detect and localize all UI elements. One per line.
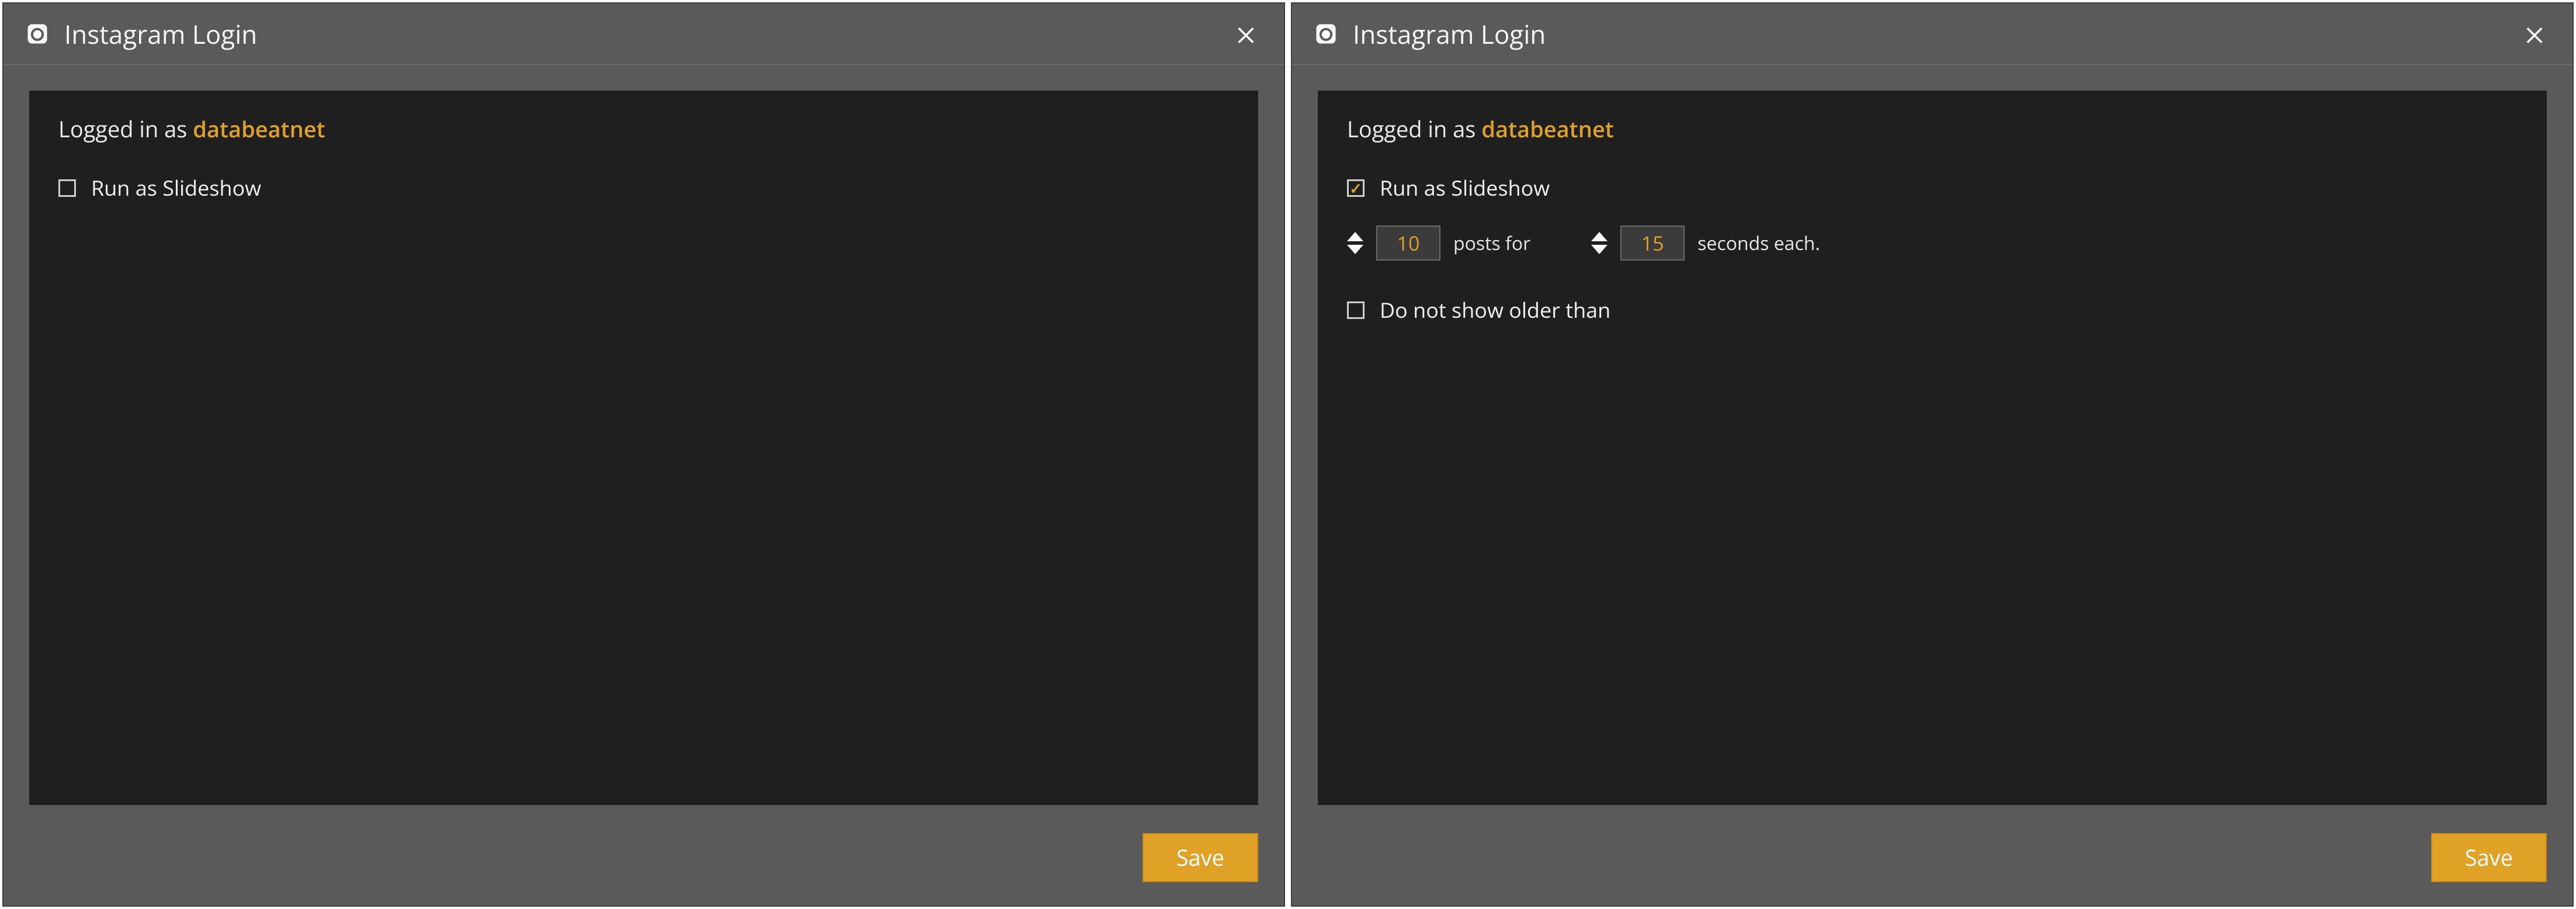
older-than-checkbox[interactable]: [1347, 301, 1365, 319]
older-than-label: Do not show older than: [1380, 296, 1610, 324]
logged-in-prefix: Logged in as: [1347, 114, 1481, 144]
dialog-body: Logged in as databeatnet Run as Slidesho…: [4, 65, 1284, 817]
titlebar: Instagram Login: [1292, 4, 2572, 65]
slideshow-settings-row: posts for seconds each.: [1347, 225, 2518, 261]
older-than-row: Do not show older than: [1347, 296, 2518, 324]
logged-in-status: Logged in as databeatnet: [1347, 114, 2518, 144]
dialog-instagram-login-right: Instagram Login Logged in as databeatnet…: [1291, 2, 2574, 907]
close-button[interactable]: [1229, 19, 1263, 48]
content-panel: Logged in as databeatnet Run as Slidesho…: [1318, 91, 2547, 805]
run-slideshow-checkbox[interactable]: [1347, 179, 1365, 197]
posts-input[interactable]: [1376, 225, 1440, 261]
posts-decrement-button[interactable]: [1347, 245, 1363, 254]
seconds-suffix-label: seconds each.: [1697, 231, 1820, 256]
logged-in-status: Logged in as databeatnet: [58, 114, 1229, 144]
instagram-icon: [1313, 21, 1339, 47]
posts-suffix-label: posts for: [1453, 231, 1530, 256]
save-button[interactable]: Save: [1143, 833, 1258, 882]
content-panel: Logged in as databeatnet Run as Slidesho…: [29, 91, 1258, 805]
close-icon: [1234, 22, 1258, 46]
dialog-body: Logged in as databeatnet Run as Slidesho…: [1292, 65, 2572, 817]
dialog-title: Instagram Login: [1353, 16, 2518, 51]
run-slideshow-row: Run as Slideshow: [1347, 174, 2518, 202]
seconds-input[interactable]: [1620, 225, 1685, 261]
seconds-spinner: [1591, 232, 1608, 254]
dialog-title: Instagram Login: [64, 16, 1229, 51]
close-icon: [2522, 22, 2547, 46]
close-button[interactable]: [2518, 19, 2551, 48]
run-slideshow-label: Run as Slideshow: [1380, 174, 1550, 202]
titlebar: Instagram Login: [4, 4, 1284, 65]
posts-increment-button[interactable]: [1347, 232, 1363, 241]
seconds-decrement-button[interactable]: [1591, 245, 1608, 254]
logged-in-username: databeatnet: [193, 114, 325, 144]
logged-in-prefix: Logged in as: [58, 114, 193, 144]
seconds-increment-button[interactable]: [1591, 232, 1608, 241]
dialog-footer: Save: [4, 817, 1284, 905]
logged-in-username: databeatnet: [1481, 114, 1613, 144]
posts-spinner: [1347, 232, 1363, 254]
run-slideshow-label: Run as Slideshow: [91, 174, 261, 202]
run-slideshow-row: Run as Slideshow: [58, 174, 1229, 202]
save-button[interactable]: Save: [2431, 833, 2547, 882]
instagram-icon: [25, 21, 50, 47]
run-slideshow-checkbox[interactable]: [58, 179, 76, 197]
dialog-footer: Save: [1292, 817, 2572, 905]
dialog-instagram-login-left: Instagram Login Logged in as databeatnet…: [2, 2, 1285, 907]
